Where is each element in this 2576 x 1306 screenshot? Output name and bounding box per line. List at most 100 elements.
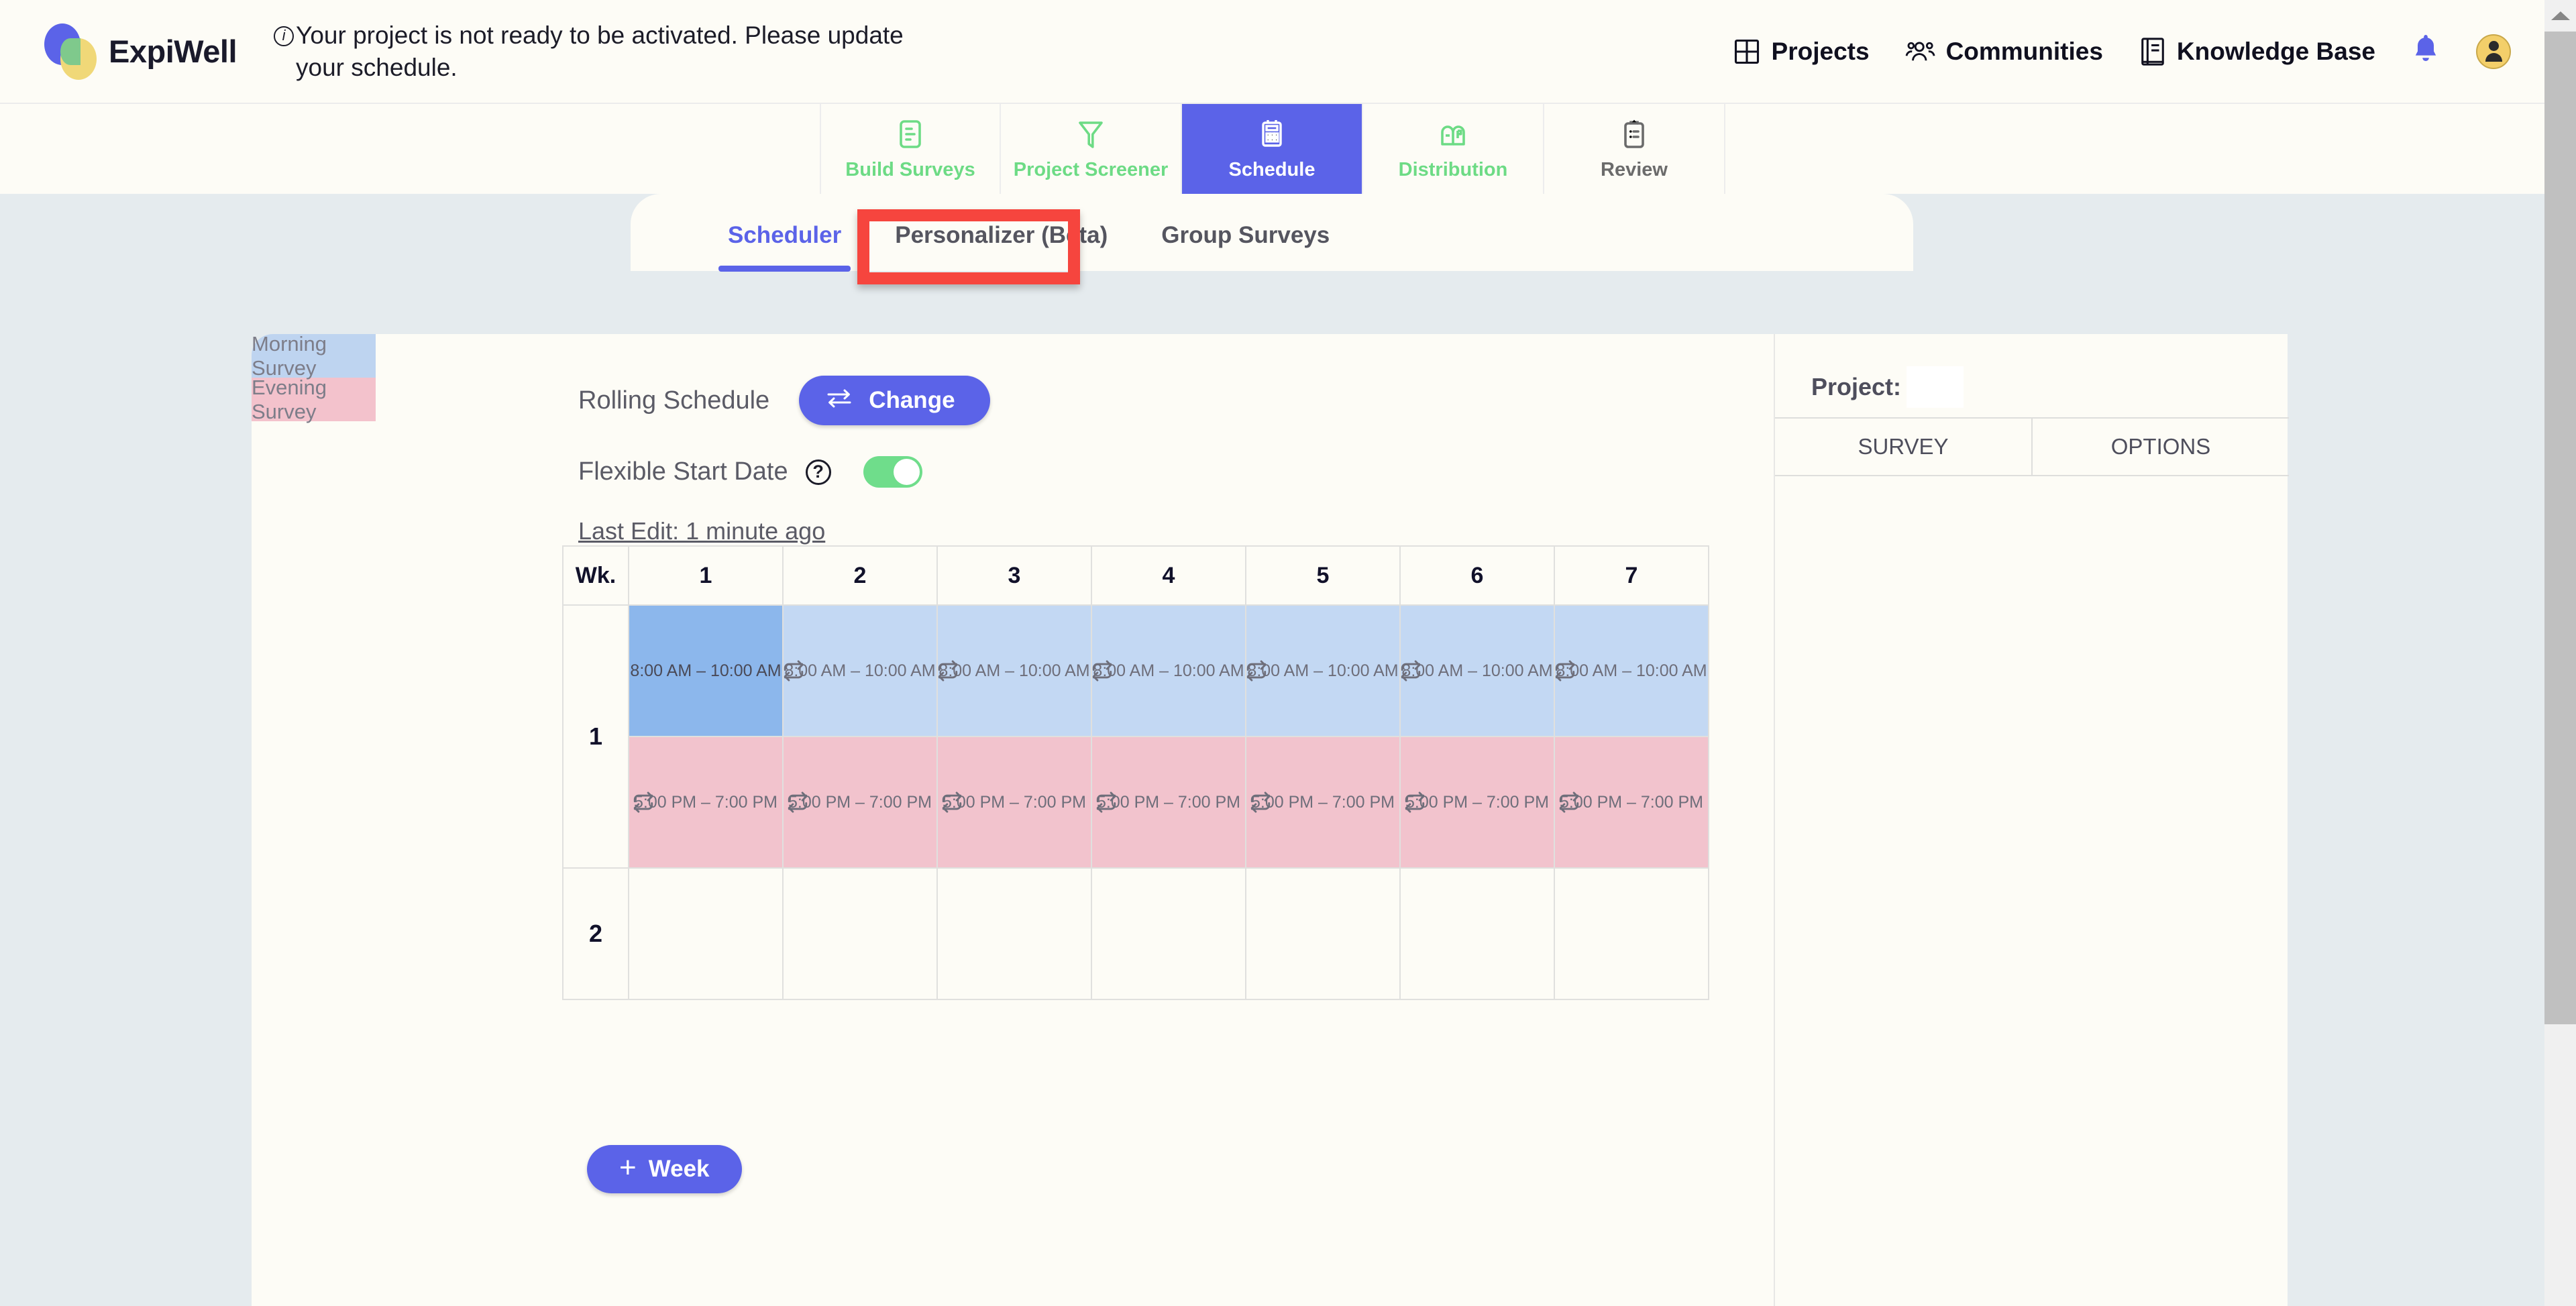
calendar-time-text: 8:00 AM – 10:00 AM <box>938 660 1090 682</box>
calendar-time-slot[interactable]: 8:00 AM – 10:00 AM <box>936 604 1092 737</box>
app-root: ExpiWell Your project is not ready to be… <box>0 0 2576 1306</box>
calendar-time-slot[interactable]: 5:00 PM – 7:00 PM <box>1554 736 1709 869</box>
nav-knowledge-base[interactable]: Knowledge Base <box>2139 36 2375 67</box>
expiwell-logo-icon <box>44 23 99 80</box>
calendar-day-header-4: 4 <box>1091 545 1246 606</box>
calculator-icon <box>1259 119 1285 153</box>
nav-projects-label: Projects <box>1771 37 1870 65</box>
survey-tab-morning[interactable]: Morning Survey <box>252 332 376 380</box>
calendar-time-slot[interactable]: 5:00 PM – 7:00 PM <box>1399 736 1555 869</box>
calendar-time-text: 8:00 AM – 10:00 AM <box>784 660 936 682</box>
calendar-empty-cell[interactable] <box>1554 867 1709 1000</box>
calendar-empty-cell[interactable] <box>628 867 784 1000</box>
grid-icon <box>1732 37 1762 66</box>
brand-logo[interactable]: ExpiWell <box>44 23 237 80</box>
mailbox-icon <box>1438 119 1468 153</box>
calendar-day-header-5: 5 <box>1245 545 1401 606</box>
clipboard-check-icon <box>1621 119 1648 153</box>
calendar-time-text: 8:00 AM – 10:00 AM <box>1401 660 1553 682</box>
step-distribution-label: Distribution <box>1398 158 1508 180</box>
last-edit-link[interactable]: Last Edit: 1 minute ago <box>578 517 825 545</box>
calendar-empty-cell[interactable] <box>782 867 938 1000</box>
scrollbar-thumb[interactable] <box>2544 32 2576 1024</box>
repeat-icon <box>1093 660 1112 682</box>
step-schedule[interactable]: Schedule <box>1182 104 1363 195</box>
calendar-time-text: 5:00 PM – 7:00 PM <box>1405 792 1549 813</box>
repeat-icon <box>788 792 808 813</box>
calendar-row: 2 <box>562 867 1709 1000</box>
step-review[interactable]: Review <box>1544 104 1725 195</box>
page-scrollbar[interactable] <box>2544 0 2576 1306</box>
calendar-time-text: 8:00 AM – 10:00 AM <box>630 661 782 680</box>
step-build-surveys[interactable]: Build Surveys <box>820 104 1001 195</box>
schedule-calendar-table: Wk. 1 2 3 4 5 6 7 1 8:00 AM – 10:00 AM 8:0… <box>562 545 1709 1000</box>
calendar-week-number: 2 <box>562 867 629 1000</box>
user-avatar-icon[interactable] <box>2476 34 2511 69</box>
calendar-empty-cell[interactable] <box>936 867 1092 1000</box>
clipboard-list-icon <box>897 119 924 153</box>
step-project-screener[interactable]: Project Screener <box>1001 104 1182 195</box>
project-alert-text: Your project is not ready to be activate… <box>296 21 904 81</box>
right-tab-options-label: OPTIONS <box>2110 434 2211 459</box>
tab-scheduler[interactable]: Scheduler <box>701 222 868 272</box>
step-distribution[interactable]: Distribution <box>1363 104 1544 195</box>
calendar-time-slot[interactable]: 8:00 AM – 10:00 AM <box>1399 604 1555 737</box>
calendar-empty-cell[interactable] <box>1399 867 1555 1000</box>
calendar-empty-cell[interactable] <box>1245 867 1401 1000</box>
step-project-screener-label: Project Screener <box>1013 158 1169 180</box>
calendar-day-header-2: 2 <box>782 545 938 606</box>
tab-group-surveys-label: Group Surveys <box>1161 222 1330 248</box>
calendar-time-slot[interactable]: 8:00 AM – 10:00 AM <box>628 604 784 737</box>
highlight-box-personalizer <box>857 209 1080 284</box>
project-row: Project: <box>1811 366 2288 408</box>
calendar-time-slot[interactable]: 5:00 PM – 7:00 PM <box>936 736 1092 869</box>
project-alert-banner: Your project is not ready to be activate… <box>274 19 958 83</box>
calendar-time-text: 8:00 AM – 10:00 AM <box>1093 660 1244 682</box>
people-icon <box>1905 37 1936 66</box>
plus-icon: + <box>619 1151 637 1184</box>
calendar-time-text: 5:00 PM – 7:00 PM <box>1559 792 1703 813</box>
calendar-empty-cell[interactable] <box>1091 867 1246 1000</box>
calendar-week-header: Wk. <box>562 545 629 606</box>
flexible-start-row: Flexible Start Date ? <box>578 456 990 488</box>
calendar-time-text: 8:00 AM – 10:00 AM <box>1556 660 1707 682</box>
info-icon <box>274 25 294 47</box>
tab-group-surveys[interactable]: Group Surveys <box>1134 222 1356 272</box>
nav-communities[interactable]: Communities <box>1905 37 2103 66</box>
calendar-row: 5:00 PM – 7:00 PM 5:00 PM – 7:00 PM 5:00 P… <box>563 736 1709 869</box>
workflow-step-bar: Build Surveys Project Screener Schedule … <box>0 103 2544 195</box>
scrollbar-up-arrow-icon[interactable] <box>2544 0 2576 32</box>
calendar-header-row: Wk. 1 2 3 4 5 6 7 <box>562 545 1709 606</box>
repeat-icon <box>1096 792 1116 813</box>
survey-tab-evening-label: Evening Survey <box>252 375 327 423</box>
swap-arrows-icon <box>826 387 853 414</box>
schedule-controls: Rolling Schedule Change Flexible Start D… <box>578 376 990 545</box>
top-bar: ExpiWell Your project is not ready to be… <box>0 0 2544 103</box>
flexible-start-toggle[interactable] <box>863 456 922 488</box>
right-panel-tabs: SURVEY OPTIONS <box>1775 417 2289 476</box>
calendar-time-text: 5:00 PM – 7:00 PM <box>1096 792 1240 813</box>
right-tab-options[interactable]: OPTIONS <box>2031 419 2289 475</box>
calendar-time-slot[interactable]: 8:00 AM – 10:00 AM <box>782 604 938 737</box>
add-week-button[interactable]: + Week <box>587 1145 742 1193</box>
repeat-icon <box>1556 660 1575 682</box>
calendar-day-header-1: 1 <box>628 545 784 606</box>
step-build-surveys-label: Build Surveys <box>845 158 975 180</box>
right-tab-survey[interactable]: SURVEY <box>1775 419 2031 475</box>
calendar-time-slot[interactable]: 5:00 PM – 7:00 PM <box>1091 736 1246 869</box>
brand-name: ExpiWell <box>109 34 237 69</box>
nav-projects[interactable]: Projects <box>1732 37 1870 66</box>
question-mark-icon[interactable]: ? <box>805 459 831 485</box>
bell-icon[interactable] <box>2411 33 2440 70</box>
calendar-time-slot[interactable]: 8:00 AM – 10:00 AM <box>1245 604 1401 737</box>
calendar-time-slot[interactable]: 5:00 PM – 7:00 PM <box>782 736 938 869</box>
change-schedule-button[interactable]: Change <box>799 376 990 425</box>
change-schedule-label: Change <box>869 387 955 413</box>
survey-tab-evening[interactable]: Evening Survey <box>252 375 376 423</box>
calendar-time-slot[interactable]: 8:00 AM – 10:00 AM <box>1091 604 1246 737</box>
schedule-mode-label: Rolling Schedule <box>578 386 770 415</box>
repeat-icon <box>1401 660 1421 682</box>
calendar-time-slot[interactable]: 8:00 AM – 10:00 AM <box>1554 604 1709 737</box>
calendar-time-slot[interactable]: 5:00 PM – 7:00 PM <box>1245 736 1401 869</box>
calendar-time-slot[interactable]: 5:00 PM – 7:00 PM <box>628 736 784 869</box>
